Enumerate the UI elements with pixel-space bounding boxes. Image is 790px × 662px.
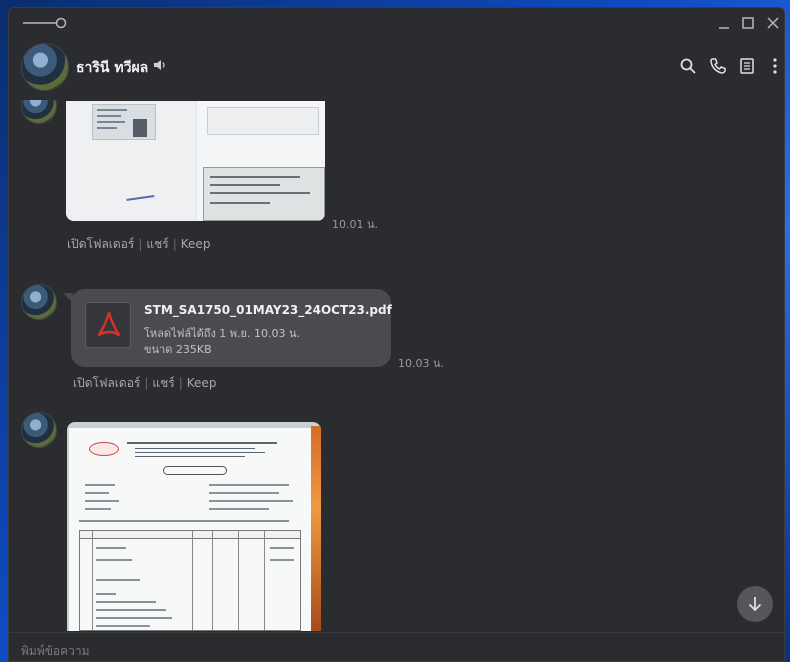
image-line: [79, 520, 289, 522]
image-part-document: [197, 101, 325, 221]
file-size: ขนาด 235KB: [144, 343, 212, 356]
image-line: [127, 442, 277, 444]
image-line: [135, 456, 245, 457]
share-link[interactable]: แชร์: [146, 237, 168, 251]
image-line: [270, 547, 294, 549]
image-line: [97, 115, 121, 117]
image-table-column-line: [92, 531, 93, 630]
image-line: [210, 176, 300, 178]
image-line: [96, 625, 150, 627]
slider-icon[interactable]: [23, 16, 67, 30]
image-table-header: [80, 531, 300, 539]
image-line: [85, 492, 109, 494]
image-line: [96, 579, 140, 581]
minimize-icon[interactable]: [714, 13, 734, 33]
image-line: [97, 127, 117, 129]
share-link[interactable]: แชร์: [152, 376, 174, 390]
close-icon[interactable]: [763, 13, 783, 33]
image-table-column-line: [192, 531, 193, 630]
title-bar: [9, 8, 784, 38]
arrow-down-icon: [748, 597, 762, 612]
message-list[interactable]: 10.01 น. เปิดโฟลเดอร์ | แชร์ | Keep STM_SA17…: [9, 100, 784, 631]
image-document-paper: [69, 428, 311, 631]
chat-window: ธารินี ทวีผล 10.01 น. เปิดโฟลเดอร์ | แชร…: [8, 7, 785, 662]
action-separator: |: [138, 237, 143, 251]
open-folder-link[interactable]: เปิดโฟลเดอร์: [67, 237, 134, 251]
image-id-photo: [133, 119, 147, 137]
search-icon[interactable]: [679, 57, 697, 75]
image-line: [96, 593, 116, 595]
image-company-logo: [89, 442, 119, 456]
image-message[interactable]: [67, 422, 321, 631]
message-actions: เปิดโฟลเดอร์ | แชร์ | Keep: [73, 374, 216, 393]
notes-icon[interactable]: [738, 57, 756, 75]
image-line: [85, 500, 119, 502]
pdf-icon: [97, 311, 121, 337]
image-line: [209, 500, 293, 502]
message-input[interactable]: [21, 641, 721, 661]
image-line: [135, 448, 255, 449]
keep-link[interactable]: Keep: [187, 376, 217, 390]
message-time: 10.01 น.: [332, 218, 379, 231]
image-line: [210, 192, 310, 194]
image-id-card: [92, 104, 156, 140]
image-line: [97, 121, 125, 123]
image-line: [96, 601, 156, 603]
image-line: [96, 547, 126, 549]
maximize-icon[interactable]: [738, 13, 758, 33]
image-part-id-card: [66, 101, 195, 221]
contact-name[interactable]: ธารินี ทวีผล: [76, 57, 148, 79]
image-line: [97, 109, 127, 111]
scroll-to-bottom-button[interactable]: [737, 586, 773, 622]
image-document-top: [207, 107, 319, 135]
action-separator: |: [144, 376, 149, 390]
image-table-column-line: [212, 531, 213, 630]
pdf-file-thumbnail: [85, 302, 131, 348]
image-line: [209, 492, 279, 494]
image-line: [85, 484, 115, 486]
image-table-column-line: [264, 531, 265, 630]
image-line: [209, 508, 269, 510]
image-signature: [125, 189, 155, 201]
file-name: STM_SA1750_01MAY23_24OCT23.pdf: [144, 303, 392, 317]
chat-header: ธารินี ทวีผล: [9, 38, 784, 96]
image-line: [135, 452, 265, 453]
keep-link[interactable]: Keep: [181, 237, 211, 251]
image-line: [85, 508, 111, 510]
message-composer: [9, 632, 784, 661]
image-background-object: [311, 426, 321, 631]
image-line: [210, 202, 270, 204]
image-line: [96, 609, 166, 611]
sender-avatar[interactable]: [21, 412, 57, 448]
sender-avatar[interactable]: [21, 100, 57, 124]
image-po-title-box: [163, 466, 227, 475]
image-line: [209, 484, 289, 486]
message-actions: เปิดโฟลเดอร์ | แชร์ | Keep: [67, 235, 210, 254]
contact-avatar[interactable]: [21, 43, 69, 91]
image-document-bottom: [203, 167, 325, 221]
image-line: [270, 559, 294, 561]
image-message[interactable]: [66, 101, 325, 221]
action-separator: |: [178, 376, 183, 390]
sender-avatar[interactable]: [21, 284, 57, 320]
image-line: [96, 559, 132, 561]
image-table-column-line: [238, 531, 239, 630]
message-time: 10.03 น.: [398, 357, 445, 370]
file-message[interactable]: STM_SA1750_01MAY23_24OCT23.pdf โหลดไฟล์ไ…: [63, 289, 392, 367]
image-document-table: [79, 530, 301, 631]
open-folder-link[interactable]: เปิดโฟลเดอร์: [73, 376, 140, 390]
image-line: [96, 617, 172, 619]
speaker-icon: [154, 60, 165, 70]
image-line: [210, 184, 280, 186]
action-separator: |: [172, 237, 177, 251]
more-vertical-icon[interactable]: [766, 57, 784, 75]
phone-icon[interactable]: [709, 57, 727, 75]
